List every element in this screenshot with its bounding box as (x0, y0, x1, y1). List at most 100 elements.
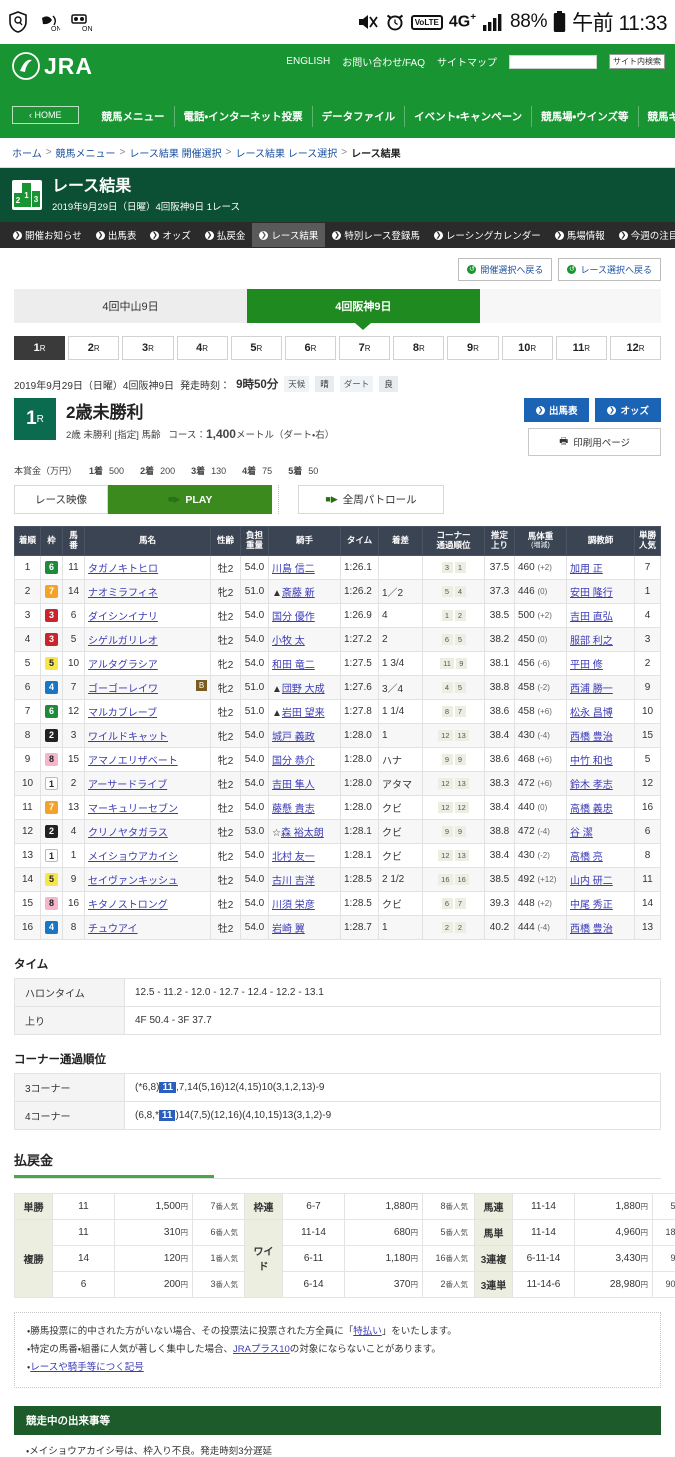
horse-name-link[interactable]: マルカブレーブ (88, 708, 157, 719)
subnav-item-special-entries[interactable]: ❯特別レース登録馬 (325, 223, 427, 247)
horse-name-link[interactable]: タガノキトヒロ (88, 564, 158, 575)
jockey-link[interactable]: 国分 優作 (272, 612, 315, 623)
jockey-link[interactable]: 吉田 隼人 (272, 780, 315, 791)
trainer-link[interactable]: 山内 研二 (570, 876, 613, 887)
link-faq[interactable]: お問い合わせ/FAQ (342, 54, 425, 69)
cell-trainer: 西橋 豊治 (567, 723, 635, 747)
race-tab-3[interactable]: 3R (122, 336, 173, 360)
race-tab-1[interactable]: 1R (14, 336, 65, 360)
horse-name-link[interactable]: メイショウアカイシ (88, 852, 178, 863)
entries-button[interactable]: ❯出馬表 (524, 398, 590, 422)
nav-events[interactable]: イベント・キャンペーン (404, 106, 531, 127)
race-tab-8[interactable]: 8R (393, 336, 444, 360)
site-search-input[interactable] (509, 55, 597, 69)
horse-name-link[interactable]: アルタグラシア (88, 660, 158, 671)
jockey-link[interactable]: 岩田 望来 (282, 708, 325, 719)
horse-name-link[interactable]: クリノヤタガラス (88, 828, 168, 839)
print-page-button[interactable]: 🖶印刷用ページ (528, 428, 661, 456)
trainer-link[interactable]: 松永 昌博 (570, 708, 613, 719)
trainer-link[interactable]: 安田 隆行 (570, 588, 613, 599)
nav-gallery[interactable]: 競馬ギャラリー (638, 106, 675, 127)
horse-name-link[interactable]: ナオミラフィネ (88, 588, 158, 599)
link-sitemap[interactable]: サイトマップ (437, 54, 497, 69)
site-search-button[interactable]: サイト内検索 (609, 54, 665, 69)
race-tab-7[interactable]: 7R (339, 336, 390, 360)
trainer-link[interactable]: 平田 修 (570, 660, 603, 671)
race-tab-11[interactable]: 11R (556, 336, 607, 360)
subnav-item-odds[interactable]: ❯オッズ (143, 223, 198, 247)
breadcrumb-item-race-select[interactable]: レース結果 レース選択 (236, 145, 338, 160)
jockey-link[interactable]: 国分 恭介 (272, 756, 315, 767)
trainer-link[interactable]: 中竹 和也 (570, 756, 613, 767)
jockey-link[interactable]: 川島 信二 (272, 564, 315, 575)
trainer-link[interactable]: 谷 潔 (570, 828, 593, 839)
breadcrumb-item-home[interactable]: ホーム (12, 145, 42, 160)
horse-name-link[interactable]: アーサードライブ (88, 780, 167, 791)
jockey-link[interactable]: 北村 友一 (272, 852, 315, 863)
horse-name-link[interactable]: チュウアイ (88, 924, 138, 935)
race-tab-4[interactable]: 4R (177, 336, 228, 360)
play-video-button[interactable]: ■▶PLAY (108, 485, 272, 514)
nav-racecourses[interactable]: 競馬場・ウインズ等 (531, 106, 637, 127)
horse-name-link[interactable]: シゲルガリレオ (88, 636, 158, 647)
race-tab-6[interactable]: 6R (285, 336, 336, 360)
jockey-link[interactable]: 和田 竜二 (272, 660, 315, 671)
venue-tab-hanshin[interactable]: 4回阪神9日 (247, 289, 480, 323)
nav-keiba-menu[interactable]: 競馬メニュー (93, 106, 174, 127)
cell-jockey: 川島 信二 (269, 555, 341, 579)
jockey-link[interactable]: 川須 栄彦 (272, 900, 315, 911)
race-tab-9[interactable]: 9R (447, 336, 498, 360)
subnav-item-calendar[interactable]: ❯レーシングカレンダー (427, 223, 548, 247)
trainer-link[interactable]: 高橋 亮 (570, 852, 603, 863)
horse-name-link[interactable]: ゴーゴーレイワ (88, 684, 158, 695)
race-tab-2[interactable]: 2R (68, 336, 119, 360)
horse-name-link[interactable]: マーキュリーセブン (88, 804, 178, 815)
jockey-link[interactable]: 森 裕太朗 (281, 828, 324, 839)
subnav-item-track-info[interactable]: ❯馬場情報 (548, 223, 612, 247)
race-tab-10[interactable]: 10R (502, 336, 553, 360)
jockey-link[interactable]: 団野 大成 (282, 684, 325, 695)
note3-link[interactable]: レースや騎手等につく記号 (30, 1362, 144, 1373)
back-to-race-select-button[interactable]: ↺レース選択へ戻る (558, 258, 661, 281)
horse-name-link[interactable]: ダイシンイナリ (88, 612, 158, 623)
trainer-link[interactable]: 西浦 勝一 (570, 684, 613, 695)
patrol-video-button[interactable]: ■▶全周パトロール (298, 485, 443, 514)
trainer-link[interactable]: 中尾 秀正 (570, 900, 613, 911)
venue-tab-nakayama[interactable]: 4回中山9日 (14, 289, 247, 323)
jockey-link[interactable]: 斎藤 新 (282, 588, 315, 599)
race-tab-num: 11 (573, 342, 585, 354)
jockey-link[interactable]: 古川 吉洋 (272, 876, 315, 887)
note2-link[interactable]: JRAプラス10 (233, 1344, 290, 1355)
trainer-link[interactable]: 鈴木 孝志 (570, 780, 613, 791)
jockey-link[interactable]: 城戸 義政 (272, 732, 315, 743)
jockey-link[interactable]: 岩崎 翼 (272, 924, 305, 935)
trainer-link[interactable]: 加用 正 (570, 564, 603, 575)
link-english[interactable]: ENGLISH (286, 56, 330, 67)
race-tab-5[interactable]: 5R (231, 336, 282, 360)
horse-name-link[interactable]: キタノストロング (88, 900, 168, 911)
subnav-item-featured-races[interactable]: ❯今週の注目レース (612, 223, 675, 247)
breadcrumb-item-meeting-select[interactable]: レース結果 開催選択 (129, 145, 221, 160)
nav-data-file[interactable]: データファイル (312, 106, 405, 127)
subnav-item-payout[interactable]: ❯払戻金 (198, 223, 253, 247)
nav-internet-betting[interactable]: 電話・インターネット投票 (174, 106, 312, 127)
subnav-item-race-result[interactable]: ❯レース結果 (252, 223, 325, 247)
trainer-link[interactable]: 西橋 豊治 (570, 924, 613, 935)
odds-button[interactable]: ❯オッズ (595, 398, 661, 422)
horse-name-link[interactable]: アマノエリザベート (88, 756, 178, 767)
horse-name-link[interactable]: ワイルドキャット (88, 732, 168, 743)
breadcrumb-item-menu[interactable]: 競馬メニュー (56, 145, 116, 160)
back-to-meeting-select-button[interactable]: ↺開催選択へ戻る (458, 258, 552, 281)
race-tab-12[interactable]: 12R (610, 336, 661, 360)
subnav-item-entries[interactable]: ❯出馬表 (89, 223, 144, 247)
trainer-link[interactable]: 高橋 義忠 (570, 804, 613, 815)
note1-link[interactable]: 特払い (353, 1326, 382, 1337)
jockey-link[interactable]: 小牧 太 (272, 636, 305, 647)
trainer-link[interactable]: 服部 利之 (570, 636, 613, 647)
home-button[interactable]: ‹ HOME (12, 106, 79, 124)
horse-name-link[interactable]: セイヴァンキッシュ (88, 876, 178, 887)
trainer-link[interactable]: 吉田 直弘 (570, 612, 613, 623)
trainer-link[interactable]: 西橋 豊治 (570, 732, 613, 743)
subnav-item-notice[interactable]: ❯開催お知らせ (6, 223, 89, 247)
jockey-link[interactable]: 藤懸 貴志 (272, 804, 315, 815)
